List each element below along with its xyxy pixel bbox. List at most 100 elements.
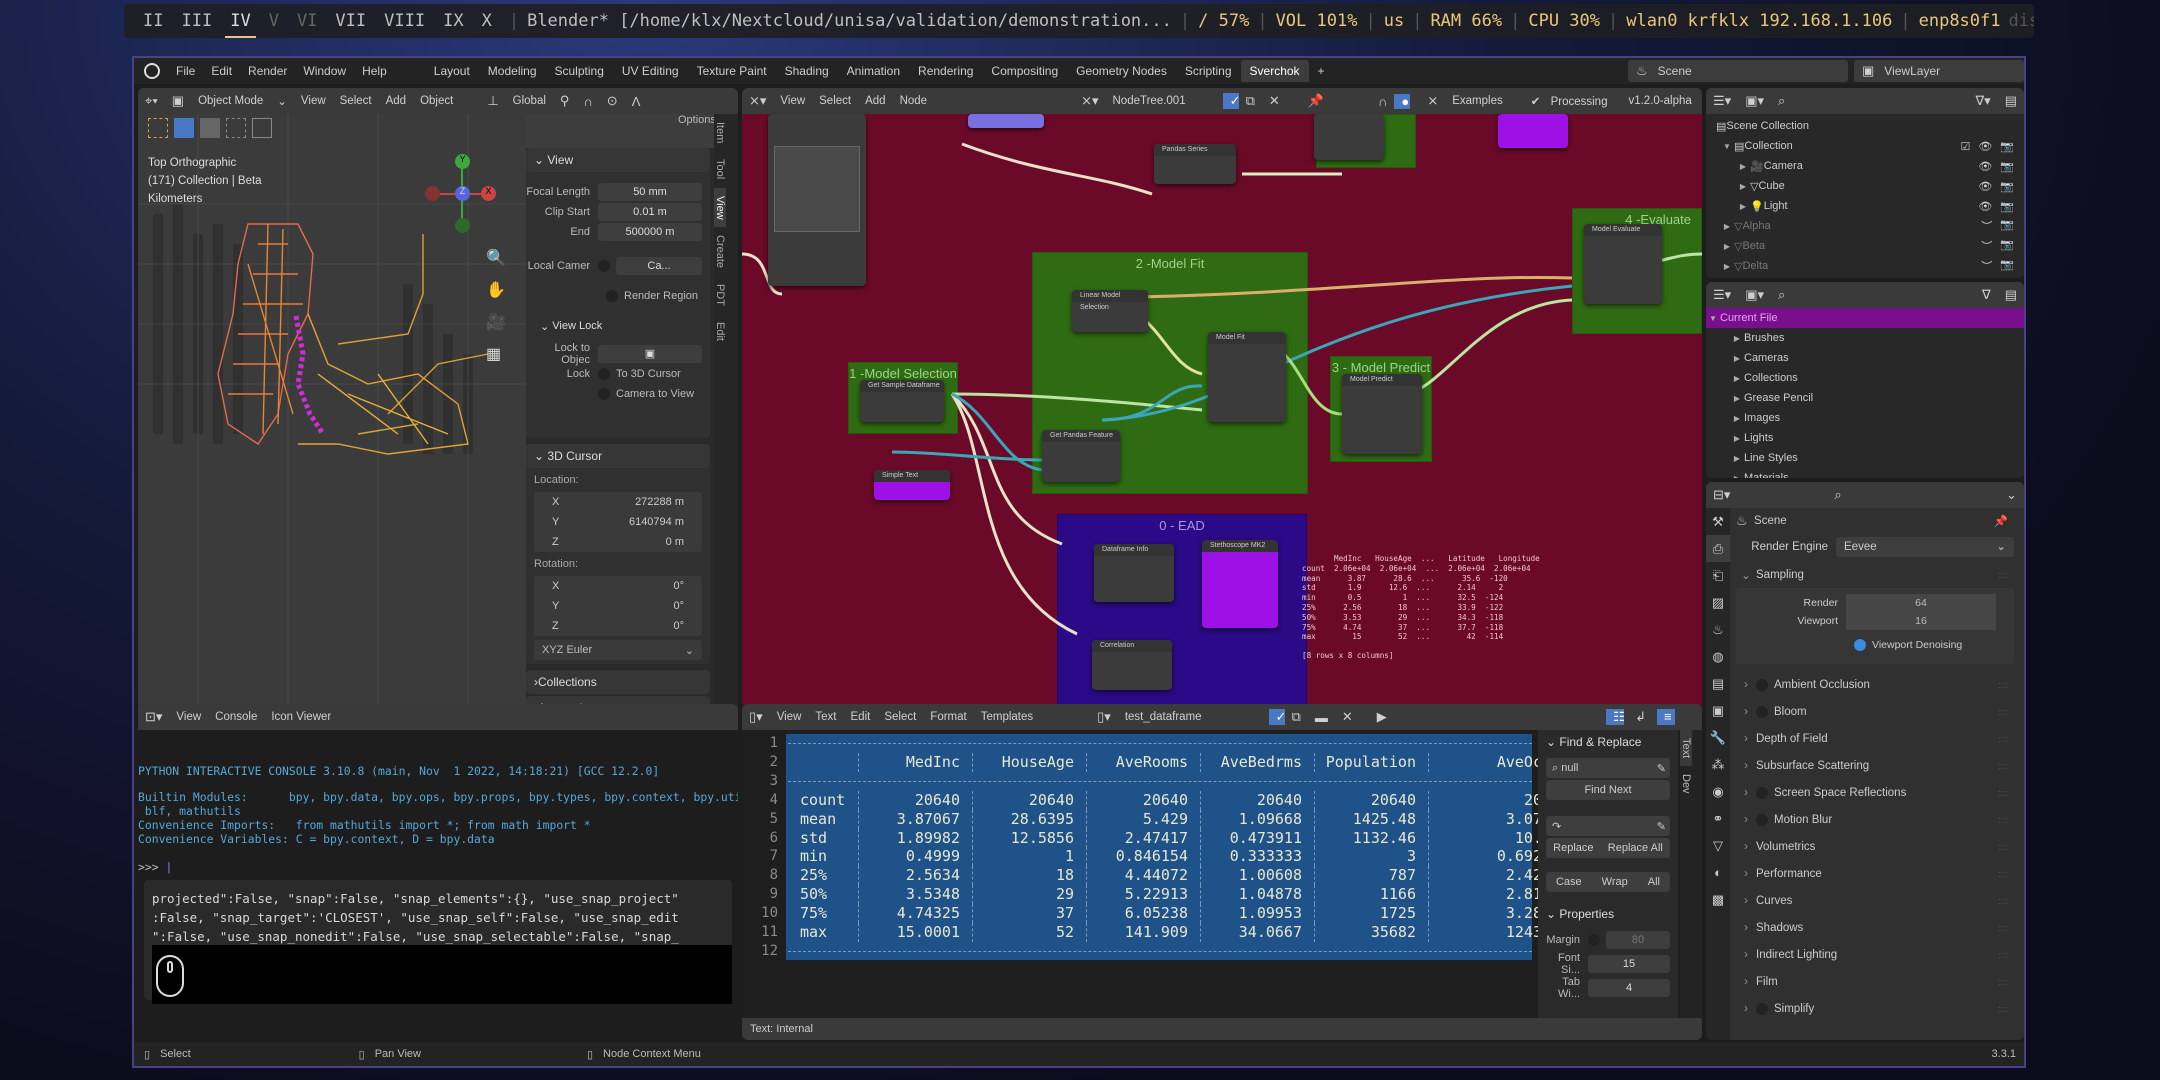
visibility-eye-icon[interactable]: 👁: [1978, 200, 1992, 213]
cursor-location-y-field[interactable]: Y 6140794 m: [534, 512, 702, 532]
node-menu-node[interactable]: Node: [893, 95, 935, 107]
falloff-icon[interactable]: Λ: [625, 94, 648, 109]
drag-grip-icon[interactable]: ::::: [1998, 680, 2008, 690]
workspace-v[interactable]: V: [260, 11, 288, 31]
visibility-eye-icon[interactable]: 👁: [1978, 180, 1992, 193]
modifier-tab-icon[interactable]: 🔧: [1706, 724, 1730, 751]
menu-edit[interactable]: Edit: [203, 64, 240, 78]
clip-end-field[interactable]: 500000 m: [598, 223, 702, 241]
blend-file-cameras[interactable]: ▶ Cameras: [1706, 348, 2024, 368]
filter-icon[interactable]: ∇▾: [1968, 93, 1997, 109]
drag-grip-icon[interactable]: ::::: [1998, 923, 2008, 933]
workspace-tab-uv-editing[interactable]: UV Editing: [613, 60, 688, 82]
workspace-x[interactable]: X: [473, 11, 501, 31]
properties-panel-header[interactable]: ⌄ Properties: [1538, 902, 1678, 926]
outliner[interactable]: ☰▾ ▣▾ ⌕ ∇▾ ▤ ▤ Scene Collection ▼ ▤ Collec…: [1706, 88, 2024, 278]
output-tab-icon[interactable]: ⎗: [1706, 562, 1730, 589]
add-workspace-button[interactable]: +: [1309, 60, 1334, 82]
cursor-rotation-z-field[interactable]: Z 0°: [534, 616, 702, 636]
blender-logo-icon[interactable]: [144, 63, 160, 79]
focal-length-field[interactable]: 50 mm: [598, 183, 702, 201]
expand-arrow-icon[interactable]: ▶: [1730, 334, 1744, 343]
node-correlation[interactable]: Correlation: [1092, 640, 1172, 690]
node-linear-model-selection[interactable]: Linear Model Selection: [1072, 290, 1148, 332]
outliner-type-icon[interactable]: ☰▾: [1706, 93, 1738, 109]
blend-file-line-styles[interactable]: ▶ Line Styles: [1706, 448, 2024, 468]
expand-arrow-icon[interactable]: ▶: [1736, 202, 1750, 211]
editor-type-icon[interactable]: ⌖▾: [138, 93, 165, 109]
expand-arrow-icon[interactable]: ▶: [1720, 242, 1734, 251]
particles-tab-icon[interactable]: ⁂: [1706, 751, 1730, 778]
object-mode-dropdown[interactable]: Object Mode: [191, 95, 270, 107]
tab-width-field[interactable]: 4: [1588, 979, 1670, 997]
panel-screen-space-reflections[interactable]: › Screen Space Reflections::::: [1736, 780, 2014, 806]
node-model-evaluate[interactable]: Model Evaluate: [1584, 224, 1662, 304]
render-tab-icon[interactable]: ⎙: [1706, 535, 1730, 562]
syntax-highlight-toggle-icon[interactable]: ≡: [1657, 709, 1675, 725]
drag-grip-icon[interactable]: ::::: [1998, 869, 2008, 879]
node-pandas-series[interactable]: Pandas Series: [1154, 144, 1236, 184]
panel-motion-blur[interactable]: › Motion Blur::::: [1736, 807, 2014, 833]
text-editor[interactable]: ▯▾ View Text Edit Select Format Templates ▯▾ …: [742, 704, 1702, 1040]
replace-input[interactable]: ↷ ✎: [1546, 816, 1670, 836]
expand-arrow-icon[interactable]: ▶: [1720, 262, 1734, 271]
options-chevron-icon[interactable]: ⌄: [1999, 487, 2024, 503]
node-simple-text[interactable]: Simple Text: [874, 470, 950, 500]
render-camera-icon[interactable]: 📷: [2000, 238, 2014, 254]
constraints-tab-icon[interactable]: ⚭: [1706, 805, 1730, 832]
workspace-vii[interactable]: VII: [326, 11, 375, 31]
drag-grip-icon[interactable]: ::::: [1998, 707, 2008, 717]
find-next-button[interactable]: Find Next: [1546, 780, 1670, 800]
node-purple-top[interactable]: [968, 114, 1044, 128]
text-menu-edit[interactable]: Edit: [844, 711, 878, 723]
workspace-vi[interactable]: VI: [288, 11, 326, 31]
expand-arrow-icon[interactable]: ▶: [1736, 162, 1750, 171]
drag-grip-icon[interactable]: ::::: [1998, 896, 2008, 906]
replace-all-button[interactable]: Replace All: [1608, 842, 1663, 854]
font-size-field[interactable]: 15: [1588, 955, 1670, 973]
physics-tab-icon[interactable]: ◉: [1706, 778, 1730, 805]
properties-type-icon[interactable]: ⊟▾: [1706, 487, 1737, 503]
texture-tab-icon[interactable]: ▩: [1706, 886, 1730, 913]
node-model-fit[interactable]: Model Fit: [1208, 332, 1286, 422]
panel-enable-toggle[interactable]: [1756, 787, 1768, 799]
filter-icon[interactable]: ∇: [1975, 287, 1998, 303]
console-prompt[interactable]: >>> |: [138, 860, 172, 874]
node-dataframe-info[interactable]: Dataframe Info: [1094, 544, 1174, 602]
pan-hand-icon[interactable]: ✋: [486, 280, 506, 300]
grid-toggle-icon[interactable]: ▦: [486, 344, 506, 364]
open-text-icon[interactable]: ▬: [1308, 710, 1335, 725]
panel-ambient-occlusion[interactable]: › Ambient Occlusion::::: [1736, 672, 2014, 698]
sidebar-tab-create[interactable]: Create: [714, 227, 726, 276]
outliner-type-icon[interactable]: ☰▾: [1706, 287, 1738, 303]
visibility-eye-icon[interactable]: ︶: [1981, 258, 1992, 274]
node-menu-view[interactable]: View: [773, 95, 812, 107]
scene-tab-icon[interactable]: ♨: [1706, 616, 1730, 643]
node-get-sample-dataframe[interactable]: Get Sample Dataframe: [860, 380, 944, 422]
panel-film[interactable]: › Film::::: [1736, 969, 2014, 995]
3d-cursor-panel-header[interactable]: ⌄ 3D Cursor: [526, 444, 710, 468]
workspace-iv[interactable]: IV: [221, 11, 259, 38]
expand-arrow-icon[interactable]: ▶: [1730, 354, 1744, 363]
panel-simplify[interactable]: › Simplify::::: [1736, 996, 2014, 1022]
gizmo-x-axis[interactable]: X: [481, 186, 496, 201]
replace-button[interactable]: Replace: [1553, 842, 1593, 854]
node-editor-type-icon[interactable]: ⨯▾: [742, 93, 773, 109]
wrap-toggle[interactable]: Wrap: [1602, 876, 1628, 888]
margin-field[interactable]: 80: [1606, 931, 1670, 949]
node-curve-mapper[interactable]: [768, 114, 866, 286]
processing-toggle[interactable]: ✔ Processing: [1524, 94, 1622, 108]
node-stethoscope[interactable]: Stethoscope MK2: [1202, 540, 1278, 628]
render-camera-icon[interactable]: 📷: [2000, 180, 2014, 193]
fake-user-icon[interactable]: ✓: [1222, 93, 1241, 109]
drag-grip-icon[interactable]: ::::: [1998, 1004, 2008, 1014]
pin-icon[interactable]: 📌: [1301, 93, 1331, 109]
blend-file-lights[interactable]: ▶ Lights: [1706, 428, 2024, 448]
run-script-icon[interactable]: ▶: [1370, 709, 1394, 725]
outliner-item-alpha[interactable]: ▶ ▽ Alpha ︶ 📷: [1706, 216, 2024, 236]
workspace-tab-rendering[interactable]: Rendering: [909, 60, 982, 82]
rotation-mode-dropdown[interactable]: XYZ Euler ⌄: [534, 640, 702, 660]
blend-file-materials[interactable]: ▶ Materials: [1706, 468, 2024, 478]
pin-icon[interactable]: 📌: [1994, 514, 2008, 528]
display-mode-icon[interactable]: ▣▾: [1738, 287, 1771, 303]
